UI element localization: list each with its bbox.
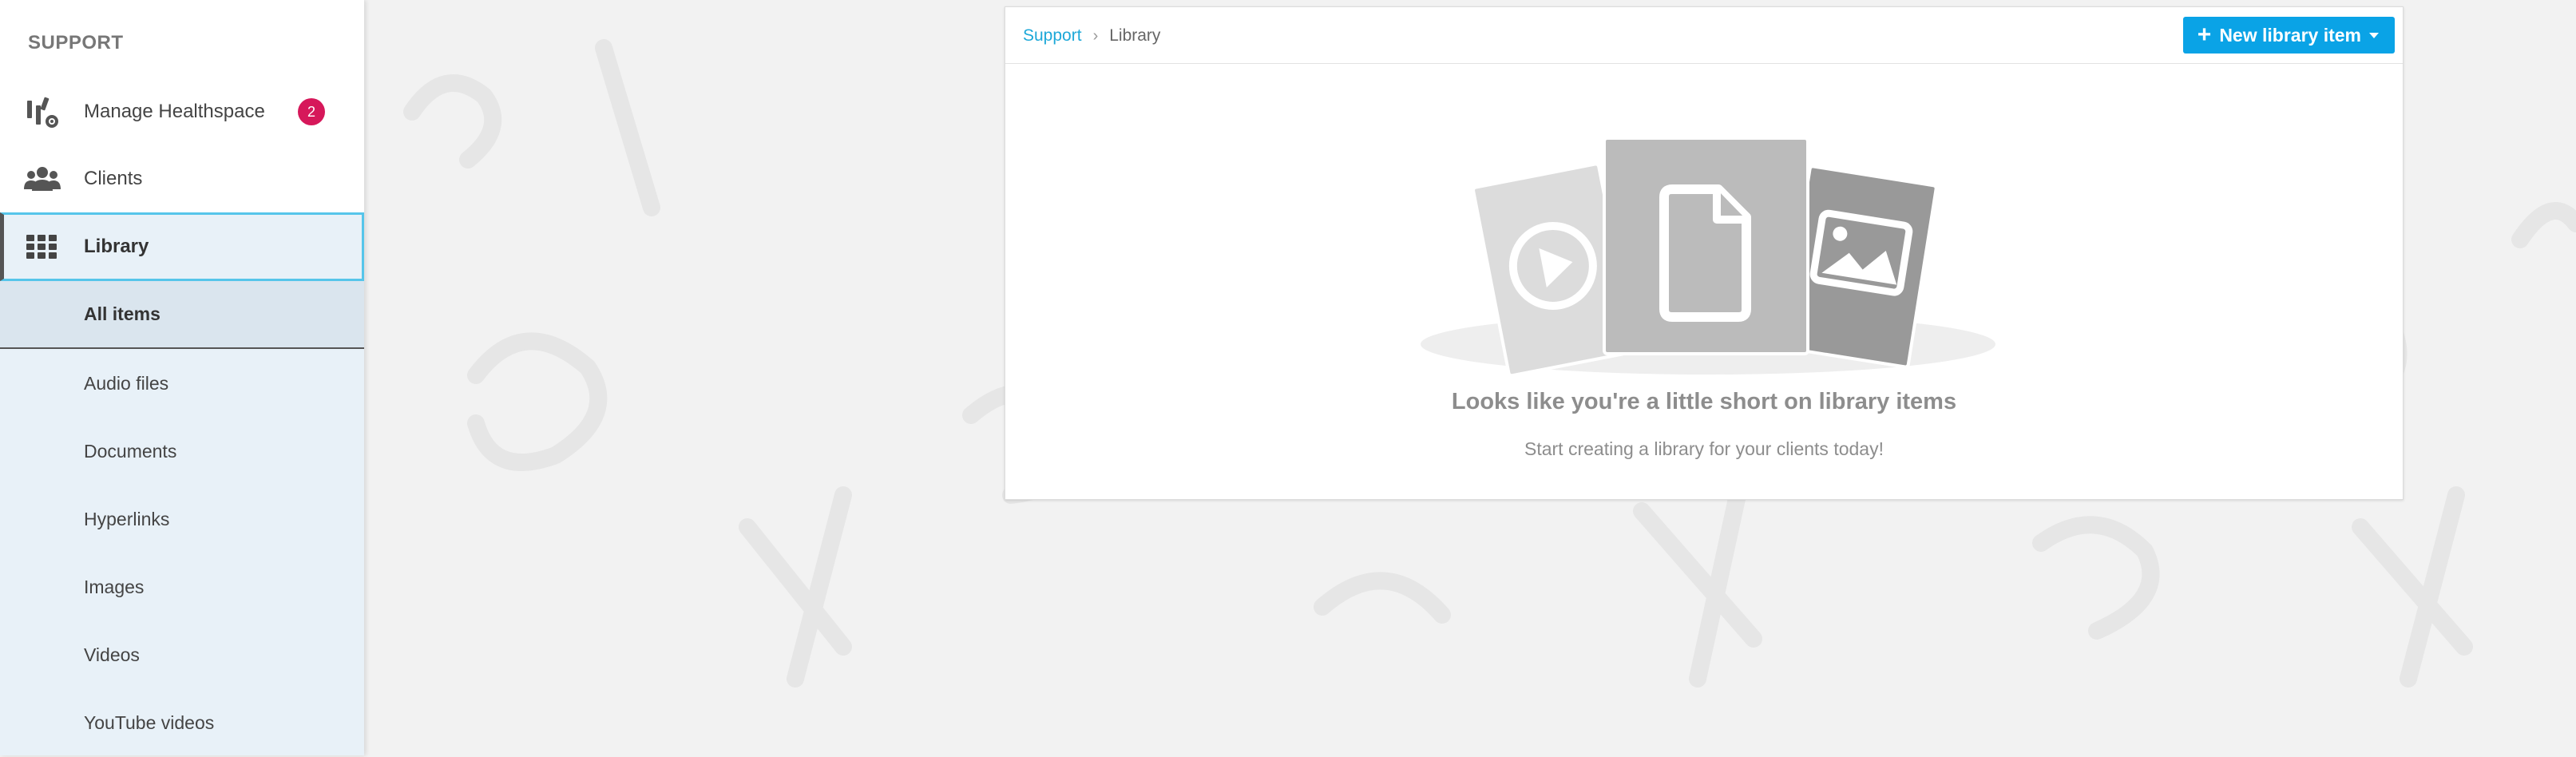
- submenu-item-documents[interactable]: Documents: [0, 418, 364, 486]
- empty-state-subtitle: Start creating a library for your client…: [1524, 438, 1884, 459]
- sidebar-item-clients[interactable]: Clients: [0, 145, 364, 212]
- sidebar-item-manage-healthspace[interactable]: Manage Healthspace 2: [0, 78, 364, 145]
- submenu-item-hyperlinks[interactable]: Hyperlinks: [0, 486, 364, 553]
- sidebar-item-library[interactable]: Library: [0, 212, 364, 281]
- sidebar-section-title: SUPPORT: [28, 32, 124, 54]
- breadcrumb-link-support[interactable]: Support: [1023, 26, 1082, 46]
- clients-icon: [24, 161, 61, 197]
- sidebar-item-label: Manage Healthspace: [84, 101, 265, 122]
- breadcrumb-current: Library: [1109, 26, 1161, 45]
- sidebar-item-label: Clients: [84, 168, 143, 189]
- notification-badge: 2: [298, 98, 325, 125]
- submenu-item-videos[interactable]: Videos: [0, 621, 364, 689]
- sidebar: SUPPORT Manage Healthspace 2 Clients Lib…: [0, 0, 364, 755]
- grid-icon: [24, 228, 61, 265]
- library-panel: Support › Library + New library item Loo…: [1005, 6, 2404, 500]
- submenu-item-label: Audio files: [84, 373, 169, 394]
- plus-icon: +: [2197, 22, 2212, 48]
- breadcrumb-separator-icon: ›: [1092, 26, 1099, 45]
- submenu-item-audio-files[interactable]: Audio files: [0, 350, 364, 418]
- new-library-item-label: New library item: [2219, 24, 2361, 46]
- submenu-item-label: YouTube videos: [84, 712, 215, 733]
- submenu-item-label: All items: [84, 303, 161, 324]
- caret-down-icon: [2369, 32, 2379, 38]
- submenu-item-youtube-videos[interactable]: YouTube videos: [0, 689, 364, 757]
- panel-header: Support › Library + New library item: [1005, 7, 2403, 64]
- submenu-item-label: Videos: [84, 644, 140, 665]
- submenu-item-all-items[interactable]: All items: [0, 281, 364, 349]
- submenu-item-label: Images: [84, 577, 145, 597]
- library-submenu: All items Audio files Documents Hyperlin…: [0, 281, 364, 755]
- manage-healthspace-icon: [24, 93, 61, 130]
- sidebar-item-label: Library: [84, 236, 149, 257]
- submenu-item-label: Hyperlinks: [84, 509, 170, 529]
- new-library-item-button[interactable]: + New library item: [2182, 17, 2395, 54]
- empty-state-title: Looks like you're a little short on libr…: [1451, 389, 1957, 414]
- submenu-item-label: Documents: [84, 441, 177, 462]
- submenu-item-images[interactable]: Images: [0, 553, 364, 621]
- empty-library-illustration: [1413, 127, 2003, 382]
- breadcrumb: Support › Library: [1023, 26, 1160, 46]
